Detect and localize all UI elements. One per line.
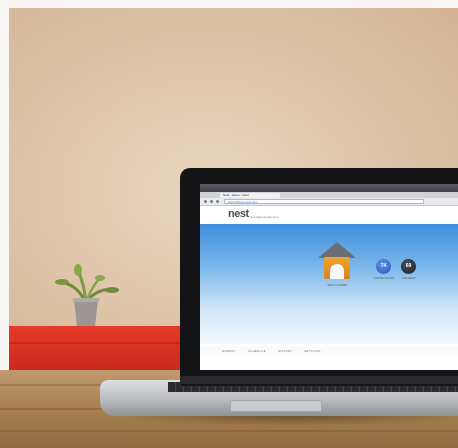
reload-icon[interactable]: [216, 200, 219, 203]
house-icon[interactable]: [318, 242, 356, 282]
mac-menubar: [200, 184, 458, 192]
laptop-trackpad: [230, 400, 322, 412]
laptop-hinge: [180, 376, 458, 384]
wood-grain: [0, 430, 458, 432]
potted-plant: [55, 264, 119, 326]
site-footer-nav: ENERGY SCHEDULE HISTORY SETTINGS: [200, 346, 458, 356]
footer-link-history[interactable]: HISTORY: [278, 349, 293, 353]
thermostat-dark-icon[interactable]: 69: [401, 259, 416, 274]
nest-logo[interactable]: nest: [228, 208, 249, 220]
browser-toolbar: https://home.nest.com: [200, 198, 458, 206]
account-email[interactable]: home@example.com: [250, 215, 278, 219]
house-door: [330, 264, 344, 279]
site-header: nest home@example.com: [200, 206, 458, 225]
photo-scene: Nest - Home - Nest https://home.nest.com…: [0, 0, 458, 448]
photo-border-top: [0, 0, 458, 8]
thermostat-dark-label: HALLWAY: [402, 276, 416, 280]
footer-link-energy[interactable]: ENERGY: [222, 349, 236, 353]
back-icon[interactable]: [204, 200, 207, 203]
url-bar[interactable]: https://home.nest.com: [224, 199, 424, 204]
cabinet-seam: [9, 342, 185, 344]
home-label: SMITH HOME: [327, 283, 347, 287]
thermostat-blue-icon[interactable]: 74: [376, 259, 391, 274]
red-cabinet: [9, 326, 185, 372]
footer-link-schedule[interactable]: SCHEDULE: [248, 349, 266, 353]
forward-icon[interactable]: [210, 200, 213, 203]
laptop-screen: Nest - Home - Nest https://home.nest.com…: [200, 184, 458, 370]
footer-link-settings[interactable]: SETTINGS: [304, 349, 321, 353]
house-roof: [318, 242, 356, 258]
